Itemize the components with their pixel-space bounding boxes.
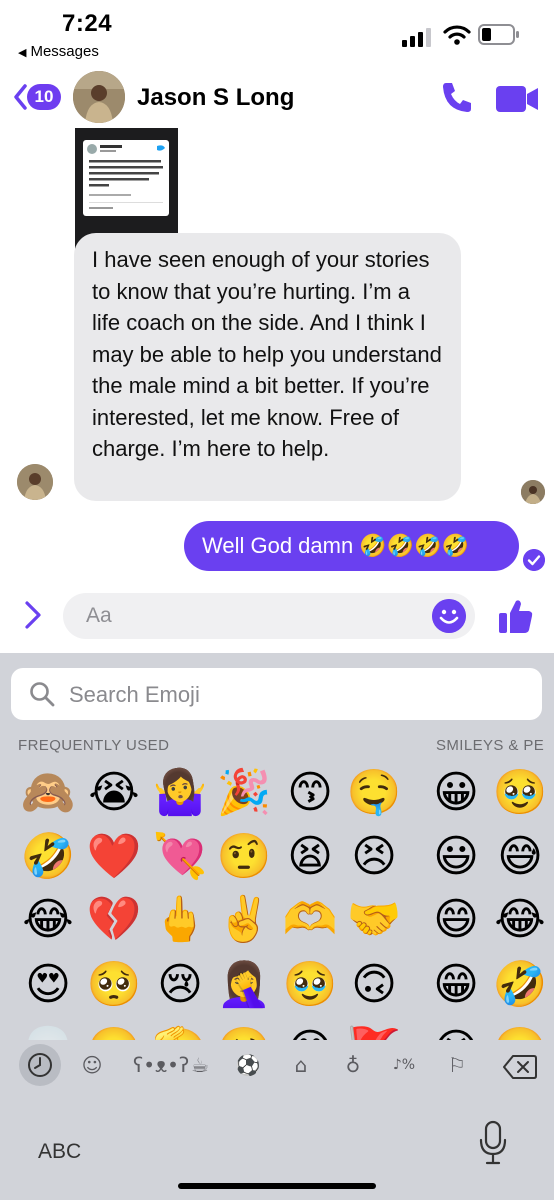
signal-icon — [402, 28, 431, 47]
back-app-label: Messages — [30, 43, 99, 60]
emoji-key[interactable]: 🥲 — [86, 1023, 142, 1040]
sender-avatar-photo — [17, 464, 53, 500]
emoji-key[interactable]: 🖕 — [152, 892, 208, 948]
emoji-key[interactable]: 🤣 — [20, 829, 76, 885]
emoji-key[interactable]: 😍 — [20, 957, 76, 1013]
symbols-icon[interactable]: ♪% — [391, 1052, 417, 1078]
expand-actions-button[interactable] — [21, 598, 45, 632]
emoji-key[interactable]: 😅 — [492, 829, 548, 885]
emoji-key[interactable]: 🙈 — [20, 765, 76, 821]
emoji-category-bar: ☺ ʕ•ᴥ•ʔ ☕ ⚽ ⌂ ♁ ♪% ⚐ — [0, 1040, 554, 1090]
emoji-key[interactable]: 🤨 — [216, 829, 272, 885]
battery-icon — [478, 24, 519, 45]
building-icon[interactable]: ⌂ — [288, 1052, 314, 1078]
flag-icon[interactable]: ⚐ — [444, 1052, 470, 1078]
emoji-key[interactable]: 🎉 — [216, 765, 272, 821]
message-input[interactable]: Aa — [63, 593, 475, 639]
tweet-card — [83, 140, 169, 216]
emoji-key[interactable]: 🫶 — [282, 892, 338, 948]
home-indicator — [178, 1183, 376, 1189]
emoji-key[interactable]: 😅 — [282, 1023, 338, 1040]
emoji-key[interactable]: 🤷‍♀️ — [152, 765, 208, 821]
emoji-key[interactable]: 🥲 — [492, 1023, 548, 1040]
emoji-key[interactable]: 😫 — [282, 829, 338, 885]
unread-count-badge: 10 — [27, 84, 61, 110]
emoji-key[interactable]: 🤣 — [492, 957, 548, 1013]
search-icon — [30, 682, 55, 707]
tweet-content-graphic — [87, 144, 165, 209]
category-label-frequent: FREQUENTLY USED — [18, 737, 170, 754]
emoji-key[interactable]: 😢 — [152, 957, 208, 1013]
emoji-search-field[interactable]: Search Emoji — [11, 668, 542, 720]
contact-name[interactable]: Jason S Long — [137, 84, 294, 112]
emoji-key[interactable]: 🤝 — [346, 892, 402, 948]
emoji-key[interactable]: 🥹 — [492, 765, 548, 821]
outgoing-message-bubble[interactable]: Well God damn 🤣🤣🤣🤣 — [184, 521, 519, 571]
emoji-key[interactable]: 😂 — [20, 892, 76, 948]
emoji-key[interactable]: 😙 — [282, 765, 338, 821]
wifi-icon — [443, 25, 471, 45]
thumbs-up-button[interactable] — [498, 597, 534, 635]
emoji-key[interactable]: 🤤 — [346, 765, 402, 821]
contact-avatar[interactable] — [73, 71, 125, 123]
sender-avatar[interactable] — [17, 464, 53, 500]
emoji-key[interactable]: 🥹 — [282, 957, 338, 1013]
read-avatar-photo — [521, 480, 545, 504]
emoji-key[interactable]: 😀 — [428, 765, 484, 821]
emoji-key[interactable]: 🥴 — [216, 1023, 272, 1040]
back-button[interactable]: 10 — [13, 82, 61, 112]
emoji-key[interactable]: ✌️ — [216, 892, 272, 948]
backspace-icon[interactable] — [503, 1054, 537, 1080]
microphone-icon[interactable] — [478, 1120, 508, 1166]
message-input-placeholder: Aa — [86, 604, 112, 627]
incoming-message-bubble[interactable]: I have seen enough of your stories to kn… — [74, 233, 461, 501]
emoji-button[interactable] — [432, 599, 466, 633]
emoji-search-placeholder: Search Emoji — [69, 682, 200, 707]
emoji-key[interactable]: 😁 — [428, 957, 484, 1013]
food-icon[interactable]: ☕ — [187, 1052, 213, 1078]
emoji-key[interactable]: 💔 — [86, 892, 142, 948]
emoji-key[interactable]: 😆 — [428, 1023, 484, 1040]
sent-check-icon — [523, 549, 545, 571]
emoji-key[interactable]: 🫡 — [152, 1023, 208, 1040]
status-time: 7:24 — [62, 10, 113, 37]
back-triangle-icon: ◀ — [18, 47, 27, 59]
emoji-key[interactable]: 🙃 — [346, 957, 402, 1013]
emoji-key[interactable]: 💘 — [152, 829, 208, 885]
emoji-key[interactable]: 😭 — [86, 765, 142, 821]
emoji-key[interactable]: 🤦‍♀️ — [216, 957, 272, 1013]
emoji-grid: 🙈😭🤷‍♀️🎉😙🤤🤣❤️💘🤨😫😣😂💔🖕✌️🫶🤝😍🥺😢🤦‍♀️🥹🙃💀🥲🫡🥴😅🚩😀🥹… — [0, 755, 554, 1040]
smiley-icon[interactable]: ☺ — [79, 1052, 105, 1078]
phone-call-button[interactable] — [440, 80, 474, 114]
video-call-button[interactable] — [496, 84, 540, 114]
ball-icon[interactable]: ⚽ — [235, 1052, 261, 1078]
category-label-smileys: SMILEYS & PE — [436, 737, 545, 754]
emoji-key[interactable]: 😂 — [492, 892, 548, 948]
emoji-key[interactable]: ❤️ — [86, 829, 142, 885]
emoji-key[interactable]: 🥺 — [86, 957, 142, 1013]
chevron-left-icon — [14, 84, 27, 110]
emoji-key[interactable]: 😣 — [346, 829, 402, 885]
bulb-icon[interactable]: ♁ — [340, 1052, 366, 1078]
read-receipt-avatar — [521, 480, 545, 504]
clock-icon — [28, 1053, 52, 1077]
avatar-photo — [73, 71, 125, 123]
emoji-key[interactable]: 😄 — [428, 892, 484, 948]
abc-keyboard-button[interactable]: ABC — [38, 1140, 81, 1164]
emoji-key[interactable]: 🚩 — [346, 1023, 402, 1040]
back-to-app-link[interactable]: ◀ Messages — [18, 43, 99, 60]
emoji-key[interactable]: 💀 — [20, 1023, 76, 1040]
category-recent-button[interactable] — [19, 1044, 61, 1086]
emoji-key[interactable]: 😃 — [428, 829, 484, 885]
bear-icon[interactable]: ʕ•ᴥ•ʔ — [133, 1052, 189, 1078]
